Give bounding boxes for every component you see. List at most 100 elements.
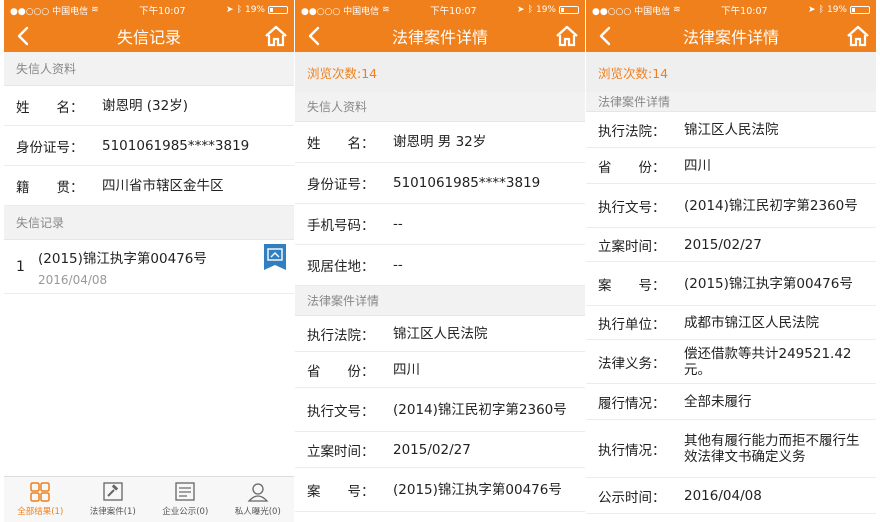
location-icon: ➤ (808, 5, 816, 15)
case-row-performance: 履行情况： 全部未履行 (586, 384, 876, 420)
case-row-obligation: 法律义务： 偿还借款等共计249521.42元。 (586, 340, 876, 384)
case-row-court: 执行法院： 锦江区人民法院 (295, 316, 585, 352)
row-value: 锦江区人民法院 (393, 325, 488, 342)
record-title: (2015)锦江执字第00476号 (38, 250, 207, 267)
screen-dishonest-records: ●●○○○ 中国电信 ≋ 下午10:07 ➤ ᛒ 19% 失信记录 失信人资料 姓 名… (4, 0, 294, 522)
row-value: 5101061985****3819 (393, 175, 541, 191)
row-value: 2015/02/27 (393, 441, 471, 458)
row-label: 案 号： (598, 277, 666, 294)
row-label: 执行文号： (598, 199, 666, 216)
row-value: -- (393, 257, 403, 273)
row-label: 姓 名： (16, 99, 84, 116)
battery-icon (849, 6, 870, 14)
row-label: 执行单位： (598, 316, 666, 333)
row-value: 四川省市辖区金牛区 (102, 177, 224, 194)
row-label: 执行文号： (307, 403, 375, 420)
profile-row-hometown: 籍 贯： 四川省市辖区金牛区 (4, 166, 294, 206)
tab-label: 企业公示(0) (162, 507, 209, 517)
tab-company-notices[interactable]: 企业公示(0) (149, 477, 222, 522)
page-title: 法律案件详情 (682, 28, 779, 47)
row-value: 2015/02/27 (684, 236, 762, 253)
case-row-case-number: 案 号： (2015)锦江执字第00476号 (586, 262, 876, 306)
row-label: 执行法院： (598, 123, 666, 140)
row-label: 现居住地： (307, 259, 375, 275)
case-row-publish-date: 公示时间： 2016/04/08 (586, 478, 876, 514)
row-label: 姓 名： (307, 136, 375, 152)
row-value: 偿还借款等共计249521.42元。 (684, 345, 852, 378)
tab-label: 私人曝光(0) (234, 507, 281, 517)
profile-section-header: 失信人资料 (295, 92, 585, 122)
row-value: (2015)锦江执字第00476号 (393, 481, 562, 498)
case-row-doc-number: 执行文号： (2014)锦江民初字第2360号 (295, 388, 585, 432)
profile-section-header: 失信人资料 (4, 52, 294, 86)
row-label: 手机号码： (307, 218, 375, 234)
case-section-header: 法律案件详情 (586, 92, 876, 112)
nav-bar: 法律案件详情 (586, 20, 876, 52)
bluetooth-icon: ᛒ (527, 5, 533, 15)
bluetooth-icon: ᛒ (236, 5, 242, 15)
tab-private-exposure[interactable]: 私人曝光(0) (222, 477, 295, 522)
tab-legal-cases[interactable]: 法律案件(1) (77, 477, 150, 522)
profile-row-name: 姓 名： 谢恩明 (32岁) (4, 86, 294, 126)
page-title: 法律案件详情 (391, 28, 488, 47)
record-date: 2016/04/08 (38, 272, 108, 287)
back-arrow-icon[interactable] (12, 24, 36, 48)
row-label: 履行情况： (598, 395, 666, 412)
status-bar: ●●○○○ 中国电信 ≋ 下午10:07 ➤ ᛒ 19% (586, 0, 876, 20)
clock: 下午10:07 (139, 6, 186, 17)
battery-icon (267, 6, 288, 14)
clock: 下午10:07 (430, 6, 477, 17)
row-label: 身份证号： (307, 177, 375, 193)
row-value: 四川 (684, 157, 711, 174)
person-icon (247, 483, 269, 502)
back-arrow-icon[interactable] (303, 24, 327, 48)
row-value: (2014)锦江民初字第2360号 (684, 197, 858, 214)
back-arrow-icon[interactable] (594, 24, 618, 48)
home-icon[interactable] (846, 25, 870, 47)
battery-icon (558, 6, 579, 14)
battery-percent: 19% (826, 5, 847, 15)
case-row-executor: 执行单位： 成都市锦江区人民法院 (586, 306, 876, 340)
row-value: 锦江区人民法院 (684, 121, 779, 138)
case-row-filing-date: 立案时间： 2015/02/27 (586, 228, 876, 262)
row-label: 身份证号： (16, 139, 84, 156)
row-value: -- (393, 216, 403, 232)
row-label: 执行法院： (307, 327, 375, 344)
row-label: 省 份： (307, 363, 375, 380)
case-row-province: 省 份： 四川 (295, 352, 585, 388)
notice-icon (175, 482, 195, 501)
row-value: 谢恩明 男 32岁 (393, 134, 487, 150)
row-label: 公示时间： (598, 489, 666, 506)
wifi-icon: ≋ (382, 5, 390, 15)
row-value: 四川 (393, 361, 420, 378)
tab-label: 法律案件(1) (89, 507, 136, 517)
screen-case-detail-bottom: ●●○○○ 中国电信 ≋ 下午10:07 ➤ ᛒ 19% 法律案件详情 浏览次数:14… (586, 0, 876, 522)
row-value: 2016/04/08 (684, 487, 762, 504)
profile-list: 姓 名： 谢恩明 (32岁) 身份证号： 5101061985****3819 籍 … (4, 86, 294, 206)
row-label: 立案时间： (307, 443, 375, 460)
wifi-icon: ≋ (673, 5, 681, 15)
location-icon: ➤ (517, 5, 525, 15)
record-item[interactable]: 1 (2015)锦江执字第00476号 2016/04/08 (4, 240, 294, 294)
row-value: 5101061985****3819 (102, 137, 250, 154)
nav-bar: 失信记录 (4, 20, 294, 52)
bluetooth-icon: ᛒ (818, 5, 824, 15)
row-label: 案 号： (307, 483, 375, 500)
gavel-icon (103, 482, 123, 501)
grid-icon (30, 482, 50, 502)
tab-all-results[interactable]: 全部结果(1) (4, 477, 77, 522)
row-value: 成都市锦江区人民法院 (684, 314, 819, 331)
case-row-filing-date: 立案时间： 2015/02/27 (295, 432, 585, 468)
home-icon[interactable] (555, 25, 579, 47)
row-label: 省 份： (598, 159, 666, 176)
nav-bar: 法律案件详情 (295, 20, 585, 52)
profile-row-phone: 手机号码： -- (295, 204, 585, 245)
row-label: 籍 贯： (16, 179, 84, 196)
row-value: (2015)锦江执字第00476号 (684, 275, 853, 292)
case-row-case-number: 案 号： (2015)锦江执字第00476号 (295, 468, 585, 512)
profile-row-name: 姓 名： 谢恩明 男 32岁 (295, 122, 585, 163)
home-icon[interactable] (264, 25, 288, 47)
gavel-badge-icon (264, 244, 286, 270)
case-row-court: 执行法院： 锦江区人民法院 (586, 112, 876, 148)
case-row-execution-status: 执行情况： 其他有履行能力而拒不履行生效法律文书确定义务 (586, 420, 876, 478)
